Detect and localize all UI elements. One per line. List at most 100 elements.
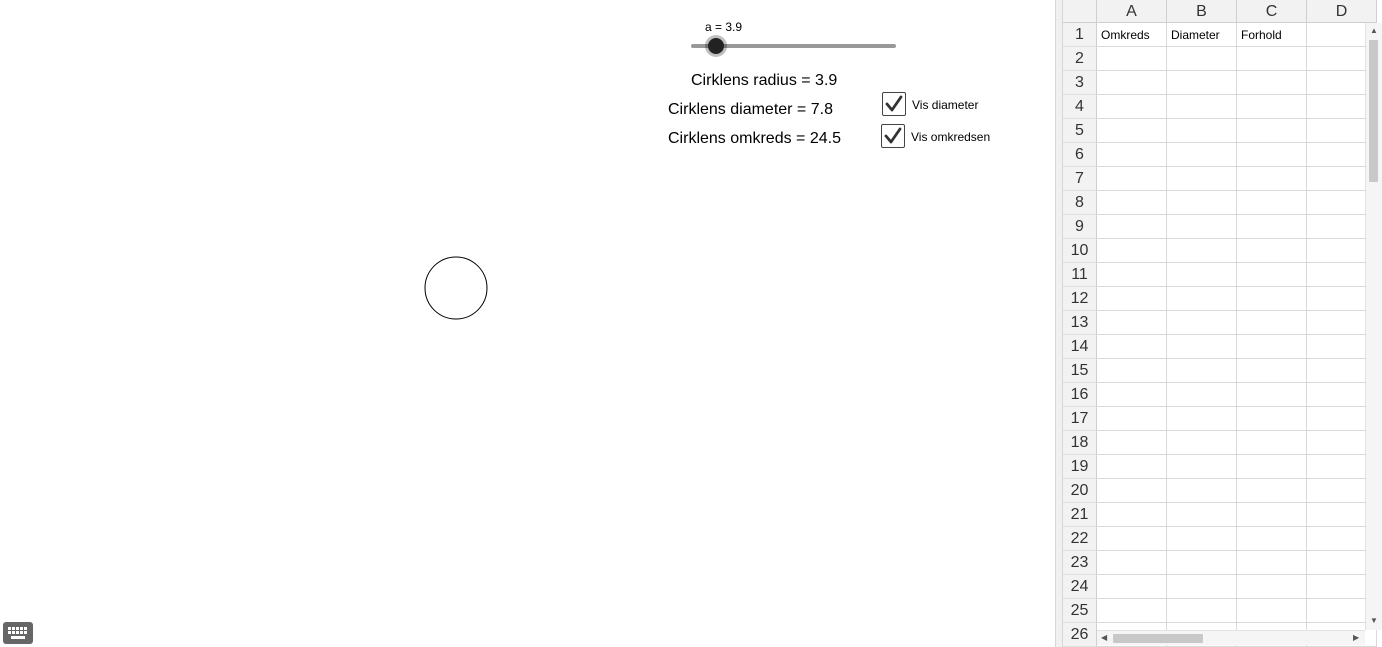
cell-b13[interactable] — [1167, 311, 1237, 335]
cell-a19[interactable] — [1097, 455, 1167, 479]
cell-a9[interactable] — [1097, 215, 1167, 239]
cell-b19[interactable] — [1167, 455, 1237, 479]
cell-c21[interactable] — [1237, 503, 1307, 527]
cell-b1[interactable]: Diameter — [1167, 23, 1237, 47]
row-header-4[interactable]: 4 — [1063, 95, 1097, 119]
cell-a4[interactable] — [1097, 95, 1167, 119]
column-header-b[interactable]: B — [1167, 0, 1237, 23]
row-header-24[interactable]: 24 — [1063, 575, 1097, 599]
row-header-21[interactable]: 21 — [1063, 503, 1097, 527]
cell-b18[interactable] — [1167, 431, 1237, 455]
cell-c9[interactable] — [1237, 215, 1307, 239]
cell-a18[interactable] — [1097, 431, 1167, 455]
cell-a6[interactable] — [1097, 143, 1167, 167]
cell-c16[interactable] — [1237, 383, 1307, 407]
row-header-7[interactable]: 7 — [1063, 167, 1097, 191]
cell-c23[interactable] — [1237, 551, 1307, 575]
cell-c19[interactable] — [1237, 455, 1307, 479]
row-header-13[interactable]: 13 — [1063, 311, 1097, 335]
cell-b23[interactable] — [1167, 551, 1237, 575]
cell-a1[interactable]: Omkreds — [1097, 23, 1167, 47]
cell-a3[interactable] — [1097, 71, 1167, 95]
cell-c14[interactable] — [1237, 335, 1307, 359]
cell-c18[interactable] — [1237, 431, 1307, 455]
cell-a17[interactable] — [1097, 407, 1167, 431]
row-header-1[interactable]: 1 — [1063, 23, 1097, 47]
cell-c2[interactable] — [1237, 47, 1307, 71]
scroll-right-icon[interactable]: ▶ — [1353, 634, 1359, 642]
cell-c22[interactable] — [1237, 527, 1307, 551]
cell-b25[interactable] — [1167, 599, 1237, 623]
cell-a13[interactable] — [1097, 311, 1167, 335]
row-header-10[interactable]: 10 — [1063, 239, 1097, 263]
scroll-left-icon[interactable]: ◀ — [1101, 634, 1107, 642]
row-header-25[interactable]: 25 — [1063, 599, 1097, 623]
cell-c25[interactable] — [1237, 599, 1307, 623]
cell-a15[interactable] — [1097, 359, 1167, 383]
row-header-22[interactable]: 22 — [1063, 527, 1097, 551]
cell-c7[interactable] — [1237, 167, 1307, 191]
row-header-16[interactable]: 16 — [1063, 383, 1097, 407]
cell-b15[interactable] — [1167, 359, 1237, 383]
cell-a8[interactable] — [1097, 191, 1167, 215]
cell-b22[interactable] — [1167, 527, 1237, 551]
cell-a7[interactable] — [1097, 167, 1167, 191]
vertical-scroll-thumb[interactable] — [1369, 40, 1378, 182]
row-header-20[interactable]: 20 — [1063, 479, 1097, 503]
cell-b21[interactable] — [1167, 503, 1237, 527]
cell-b3[interactable] — [1167, 71, 1237, 95]
cell-b24[interactable] — [1167, 575, 1237, 599]
row-header-5[interactable]: 5 — [1063, 119, 1097, 143]
row-header-26[interactable]: 26 — [1063, 623, 1097, 647]
cell-c6[interactable] — [1237, 143, 1307, 167]
column-header-d[interactable]: D — [1307, 0, 1377, 23]
cell-c1[interactable]: Forhold — [1237, 23, 1307, 47]
row-header-18[interactable]: 18 — [1063, 431, 1097, 455]
cell-c5[interactable] — [1237, 119, 1307, 143]
cell-c15[interactable] — [1237, 359, 1307, 383]
row-header-19[interactable]: 19 — [1063, 455, 1097, 479]
cell-b12[interactable] — [1167, 287, 1237, 311]
cell-c20[interactable] — [1237, 479, 1307, 503]
row-header-23[interactable]: 23 — [1063, 551, 1097, 575]
cell-b4[interactable] — [1167, 95, 1237, 119]
cell-a21[interactable] — [1097, 503, 1167, 527]
row-header-11[interactable]: 11 — [1063, 263, 1097, 287]
cell-c12[interactable] — [1237, 287, 1307, 311]
cell-a25[interactable] — [1097, 599, 1167, 623]
cell-a5[interactable] — [1097, 119, 1167, 143]
cell-c24[interactable] — [1237, 575, 1307, 599]
row-header-14[interactable]: 14 — [1063, 335, 1097, 359]
cell-c11[interactable] — [1237, 263, 1307, 287]
cell-a16[interactable] — [1097, 383, 1167, 407]
cell-c13[interactable] — [1237, 311, 1307, 335]
row-header-15[interactable]: 15 — [1063, 359, 1097, 383]
cell-b20[interactable] — [1167, 479, 1237, 503]
cell-a14[interactable] — [1097, 335, 1167, 359]
cell-c10[interactable] — [1237, 239, 1307, 263]
cell-b17[interactable] — [1167, 407, 1237, 431]
row-header-6[interactable]: 6 — [1063, 143, 1097, 167]
cell-b6[interactable] — [1167, 143, 1237, 167]
cell-a11[interactable] — [1097, 263, 1167, 287]
keyboard-button[interactable] — [3, 622, 33, 644]
sheet-corner[interactable] — [1063, 0, 1097, 23]
row-header-2[interactable]: 2 — [1063, 47, 1097, 71]
cell-b11[interactable] — [1167, 263, 1237, 287]
cell-b9[interactable] — [1167, 215, 1237, 239]
scroll-up-icon[interactable]: ▲ — [1370, 27, 1378, 35]
horizontal-scrollbar[interactable]: ◀ ▶ — [1097, 630, 1365, 645]
cell-b14[interactable] — [1167, 335, 1237, 359]
cell-c17[interactable] — [1237, 407, 1307, 431]
row-header-9[interactable]: 9 — [1063, 215, 1097, 239]
row-header-8[interactable]: 8 — [1063, 191, 1097, 215]
cell-b10[interactable] — [1167, 239, 1237, 263]
cell-a23[interactable] — [1097, 551, 1167, 575]
row-header-12[interactable]: 12 — [1063, 287, 1097, 311]
cell-c4[interactable] — [1237, 95, 1307, 119]
row-header-3[interactable]: 3 — [1063, 71, 1097, 95]
cell-b5[interactable] — [1167, 119, 1237, 143]
cell-b8[interactable] — [1167, 191, 1237, 215]
scroll-down-icon[interactable]: ▼ — [1370, 617, 1378, 625]
cell-a2[interactable] — [1097, 47, 1167, 71]
